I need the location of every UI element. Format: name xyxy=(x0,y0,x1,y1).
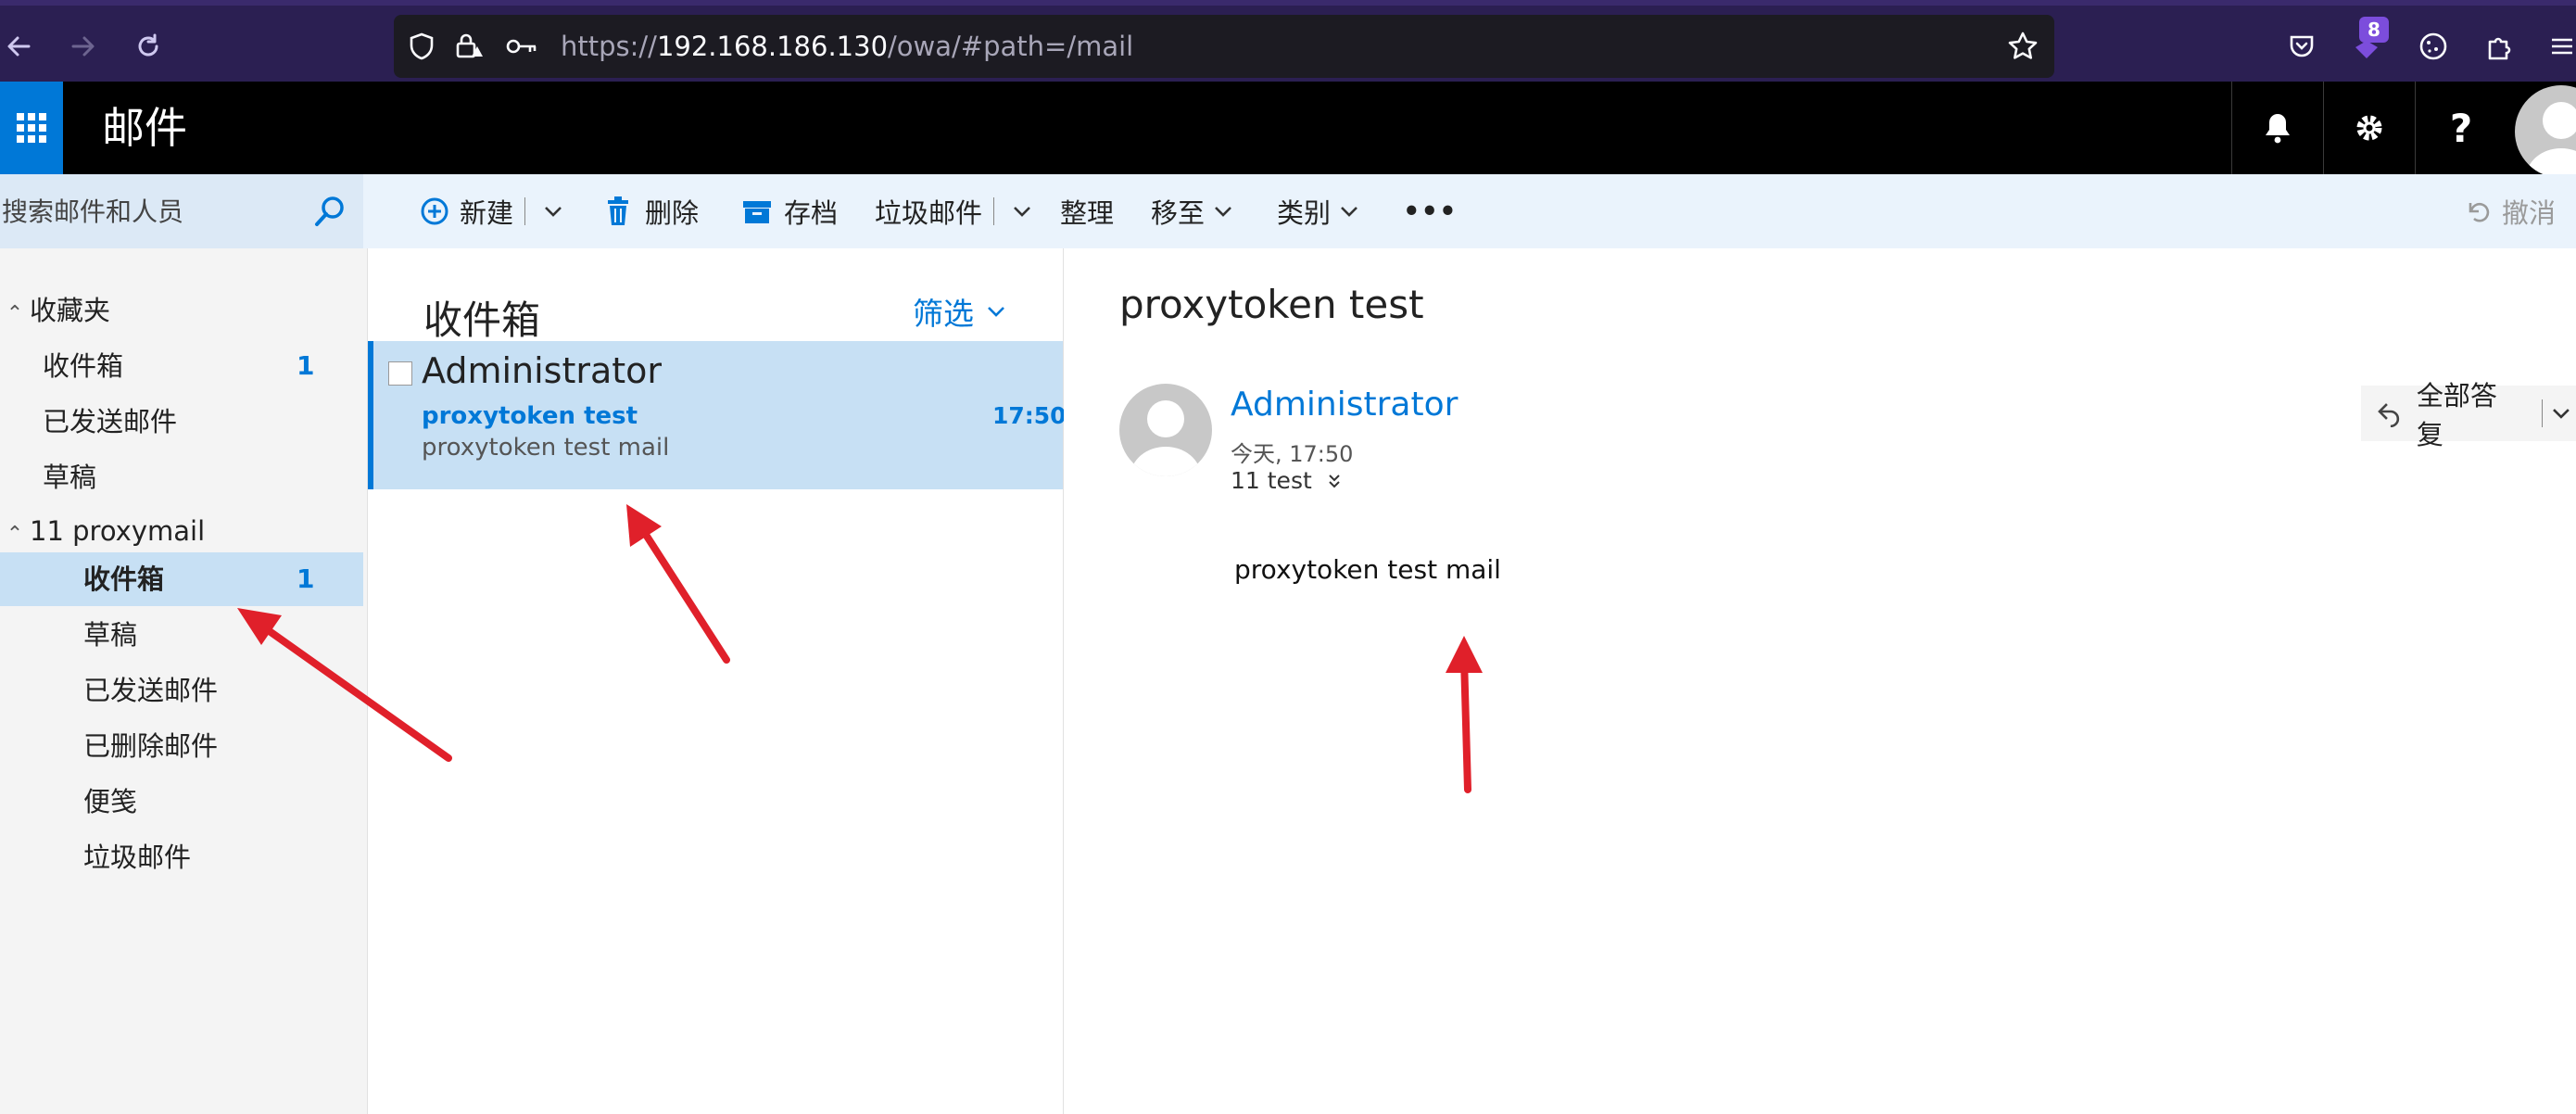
annotation-arrows xyxy=(237,504,1483,793)
annotation-arrow xyxy=(1446,636,1483,793)
annotation-arrow xyxy=(626,504,730,664)
annotation-arrow xyxy=(237,608,452,762)
